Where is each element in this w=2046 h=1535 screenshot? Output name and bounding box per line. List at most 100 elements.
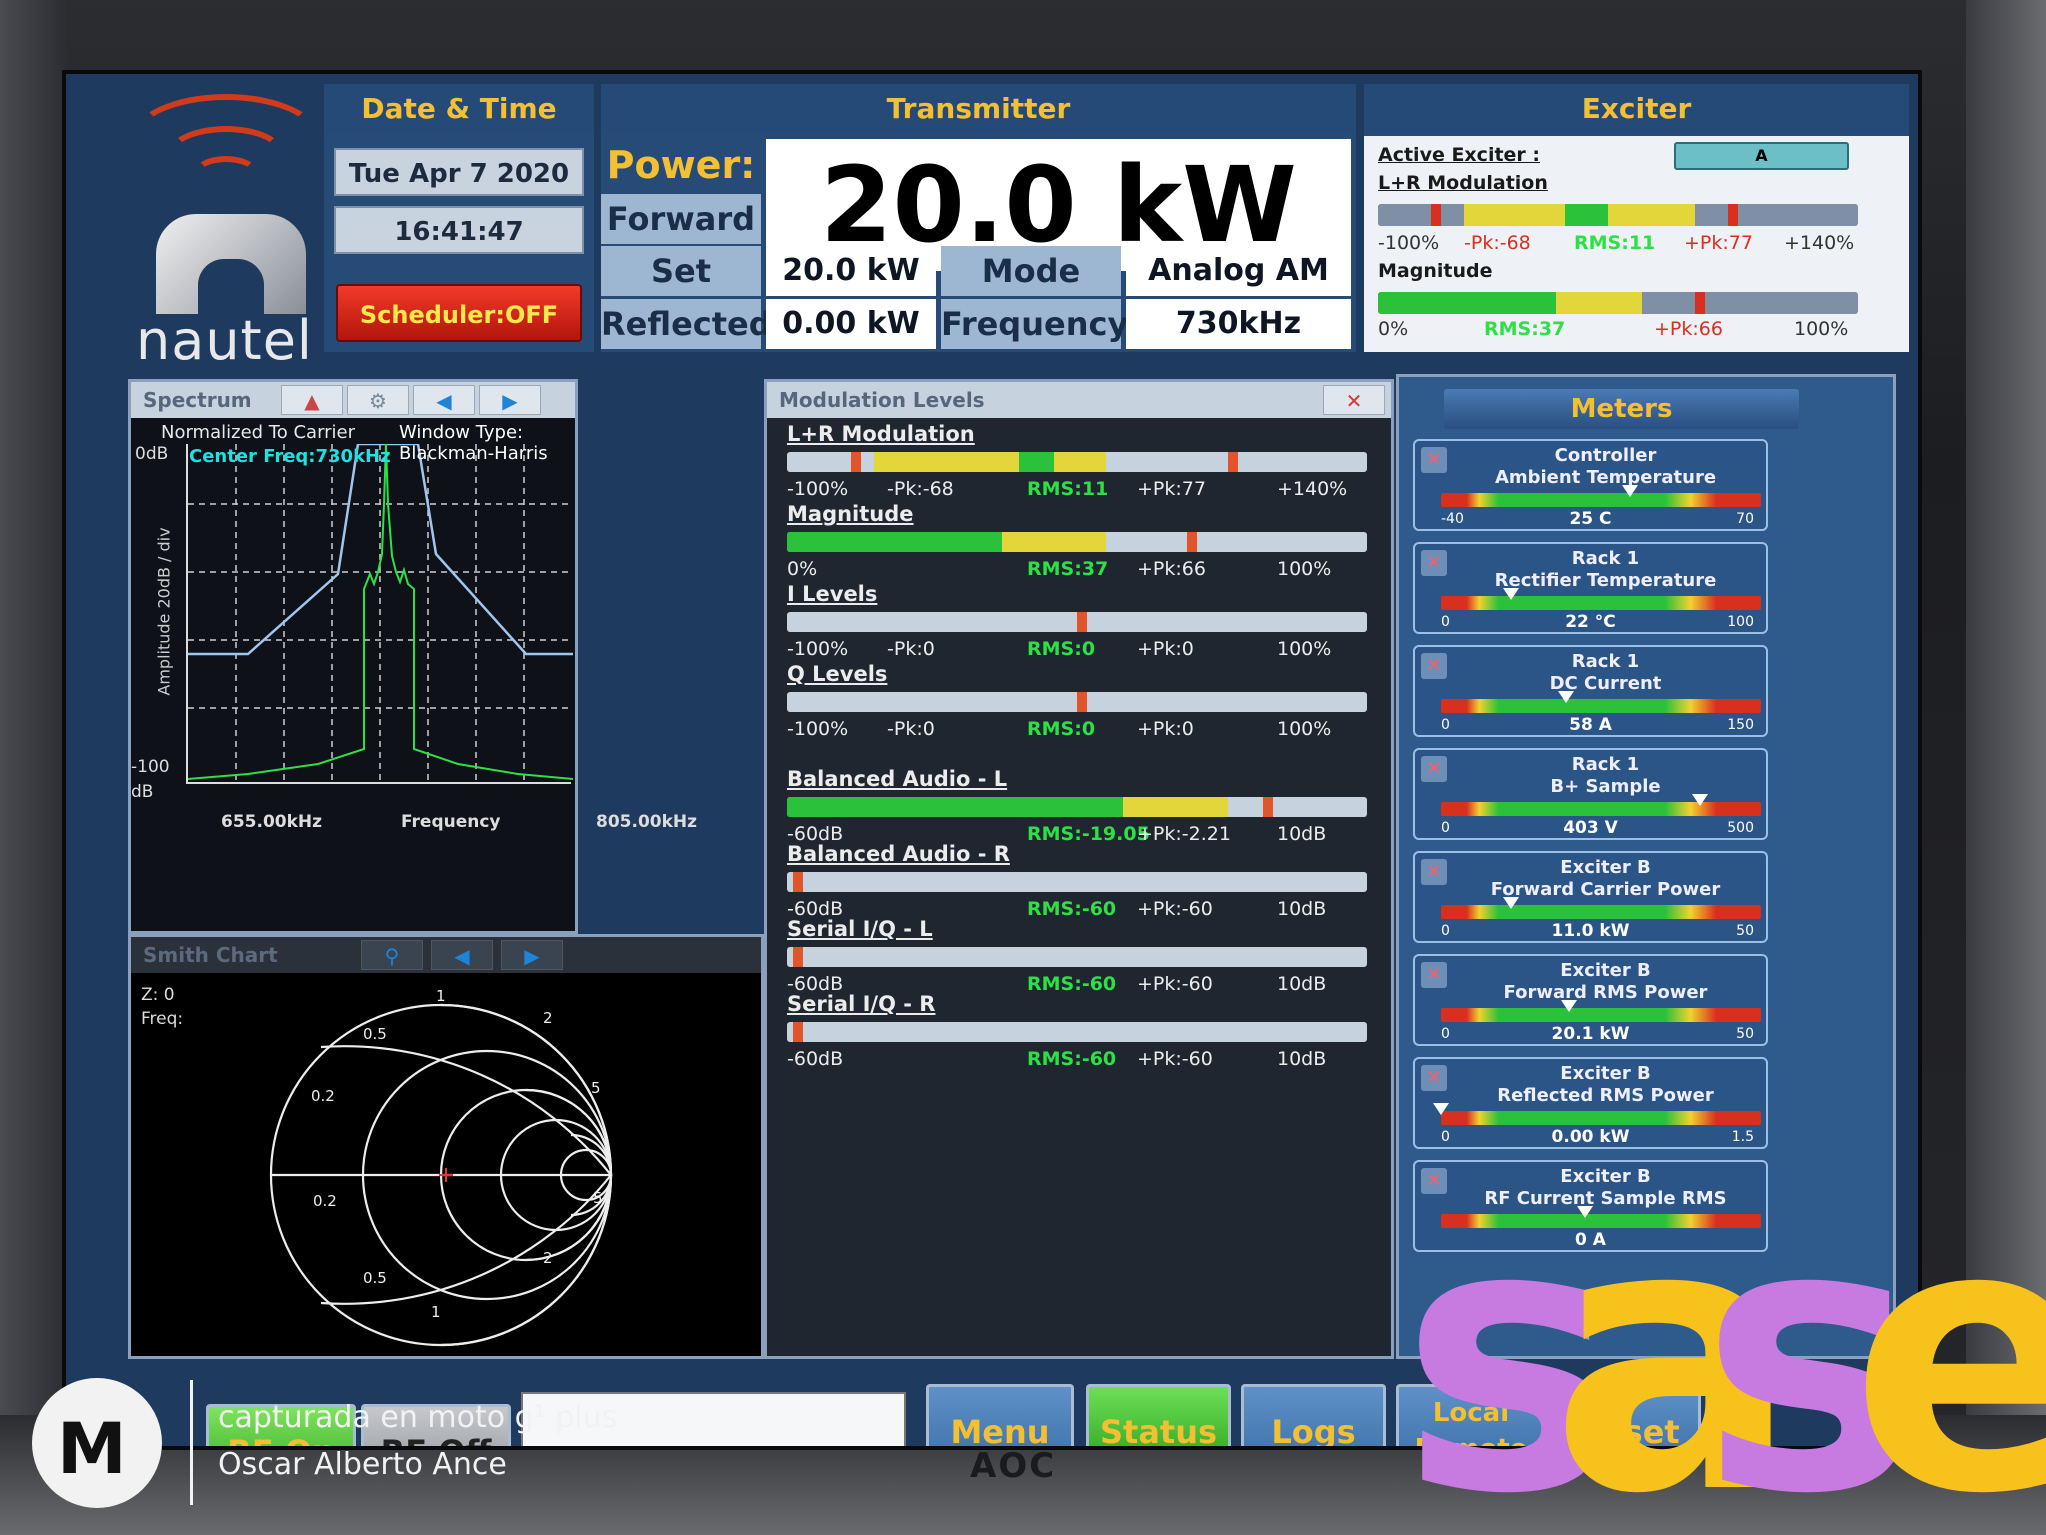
smith-title: Smith Chart <box>143 943 278 967</box>
mod-scale-min: -100% <box>787 478 849 500</box>
mod-meter-peak <box>1077 692 1087 712</box>
exciter-mag-rms: RMS:37 <box>1484 318 1566 340</box>
smith-grid-label: 2 <box>543 1249 553 1267</box>
mod-meter-label: Serial I/Q - R <box>787 992 936 1016</box>
mod-meter-scale: -100% -Pk:-68 RMS:11 +Pk:77 +140% <box>787 478 1367 502</box>
arrow-left-icon: ◀ <box>436 389 452 413</box>
meter-close-icon[interactable]: ✕ <box>1421 756 1447 782</box>
setpoint-value[interactable]: 20.0 kW <box>766 246 936 296</box>
arrow-left-icon: ◀ <box>454 944 470 968</box>
forward-label[interactable]: Forward <box>601 194 761 244</box>
smith-right-button[interactable]: ▶ <box>501 940 563 970</box>
meter-card[interactable]: ✕ Rack 1 Rectifier Temperature 0 22 °C 100 <box>1413 542 1768 634</box>
meter-value: 58 A <box>1569 715 1612 735</box>
meter-card[interactable]: ✕ Exciter B Forward RMS Power 0 20.1 kW 50 <box>1413 954 1768 1046</box>
meter-marker-icon <box>1621 485 1638 497</box>
meter-close-icon[interactable]: ✕ <box>1421 653 1447 679</box>
meter-close-icon[interactable]: ✕ <box>1421 550 1447 576</box>
smith-toolbar: Smith Chart ⚲ ◀ ▶ <box>131 937 761 973</box>
modulation-toolbar: Modulation Levels ✕ <box>767 382 1391 418</box>
logs-button[interactable]: Logs <box>1241 1384 1386 1446</box>
meter-close-icon[interactable]: ✕ <box>1421 1065 1447 1091</box>
transmitter-panel: Transmitter Power: 20.0 kW Forward Set P… <box>601 84 1356 352</box>
mod-meter-label: Q Levels <box>787 662 888 686</box>
smith-chart-svg <box>269 1003 613 1347</box>
exciter-mag-min: 0% <box>1378 318 1409 340</box>
zoom-button[interactable]: ⚲ <box>361 940 423 970</box>
mod-scale-pk-pos: +Pk:0 <box>1137 638 1194 660</box>
mode-value: Analog AM <box>1126 246 1351 296</box>
modulation-close-button[interactable]: ✕ <box>1323 385 1385 415</box>
exciter-mag-max: 100% <box>1794 318 1849 340</box>
mod-scale-pk-neg: -Pk:-68 <box>887 478 954 500</box>
meter-card[interactable]: ✕ Controller Ambient Temperature -40 25 C 70 <box>1413 439 1768 531</box>
scheduler-button[interactable]: Scheduler:OFF <box>336 284 582 342</box>
exciter-mag-pk: +Pk:66 <box>1654 318 1723 340</box>
exciter-lr-rms: RMS:11 <box>1574 232 1656 254</box>
status-button[interactable]: Status <box>1086 1384 1231 1446</box>
mod-meter-label: Magnitude <box>787 502 914 526</box>
time-display: 16:41:47 <box>334 206 584 254</box>
meter-value: 11.0 kW <box>1551 921 1630 941</box>
date-display: Tue Apr 7 2020 <box>334 148 584 196</box>
spectrum-left-button[interactable]: ◀ <box>413 385 475 415</box>
settings-button[interactable]: ⚙ <box>347 385 409 415</box>
meter-close-icon[interactable]: ✕ <box>1421 447 1447 473</box>
mod-scale-max: 10dB <box>1277 823 1327 845</box>
meter-max: 500 <box>1727 820 1754 836</box>
spectrum-y-unit: dB <box>131 782 154 802</box>
smith-grid-label: 0.5 <box>363 1025 387 1043</box>
mod-meter-bar <box>787 452 1367 472</box>
bezel-left-edge <box>0 0 70 1535</box>
mode-label: Mode <box>941 246 1121 296</box>
mod-scale-pk-pos: +Pk:-60 <box>1137 898 1213 920</box>
date-time-title: Date & Time <box>324 84 594 134</box>
meter-title: Rack 1 <box>1571 651 1640 672</box>
meter-max: 50 <box>1736 923 1754 939</box>
exciter-body: Active Exciter : A L+R Modulation -100% … <box>1364 136 1909 352</box>
meter-card[interactable]: ✕ Exciter B Reflected RMS Power 0 0.00 kW 1.5 <box>1413 1057 1768 1149</box>
meter-marker-icon <box>1433 1103 1449 1115</box>
mod-scale-rms: RMS:-60 <box>1027 1048 1117 1070</box>
reflected-value: 0.00 kW <box>766 299 936 349</box>
meter-subtitle: DC Current <box>1549 673 1662 694</box>
meter-bar <box>1441 1111 1761 1125</box>
meter-subtitle: Reflected RMS Power <box>1497 1085 1714 1106</box>
exciter-lr-min: -100% <box>1378 232 1440 254</box>
peak-hold-button[interactable]: ▲ <box>281 385 343 415</box>
spectrum-right-button[interactable]: ▶ <box>479 385 541 415</box>
arrow-right-icon: ▶ <box>502 389 518 413</box>
smith-grid-label: 0.2 <box>313 1192 337 1210</box>
meter-title: Rack 1 <box>1571 754 1640 775</box>
mod-scale-max: 100% <box>1277 638 1332 660</box>
meter-title: Exciter B <box>1560 1063 1651 1084</box>
mod-meter-bar <box>787 692 1367 712</box>
smith-chart-panel: Smith Chart ⚲ ◀ ▶ Z: 0 Freq: 1 2 0.5 0.2… <box>128 934 764 1359</box>
exciter-lr-max: +140% <box>1784 232 1855 254</box>
meter-close-icon[interactable]: ✕ <box>1421 859 1447 885</box>
gear-icon: ⚙ <box>369 389 387 413</box>
smith-grid-label: 1 <box>436 987 446 1005</box>
smith-left-button[interactable]: ◀ <box>431 940 493 970</box>
menu-button[interactable]: Menu <box>926 1384 1074 1446</box>
meter-close-icon[interactable]: ✕ <box>1421 962 1447 988</box>
meter-max: 70 <box>1736 511 1754 527</box>
exciter-mag-label: Magnitude <box>1378 260 1493 282</box>
meter-card[interactable]: ✕ Exciter B Forward Carrier Power 0 11.0 kW 5… <box>1413 851 1768 943</box>
mod-meter-segment <box>874 452 990 472</box>
meter-marker-icon <box>1503 588 1520 600</box>
smith-grid-label: 5 <box>593 1189 603 1207</box>
mod-scale-min: -100% <box>787 718 849 740</box>
mod-meter-bar <box>787 947 1367 967</box>
sase-sticker: sase <box>1400 1175 2046 1535</box>
watermark-device: capturada en moto g¹ plus <box>218 1400 618 1435</box>
peak-icon: ▲ <box>304 389 320 413</box>
power-label: Power: <box>606 143 756 187</box>
setpoint-label: Set Point <box>601 246 761 340</box>
mod-meter-label: I Levels <box>787 582 878 606</box>
mod-meter-bar <box>787 797 1367 817</box>
meter-value: 20.1 kW <box>1551 1024 1630 1044</box>
meter-card[interactable]: ✕ Rack 1 B+ Sample 0 403 V 500 <box>1413 748 1768 840</box>
meter-card[interactable]: ✕ Rack 1 DC Current 0 58 A 150 <box>1413 645 1768 737</box>
mod-scale-pk-pos: +Pk:-60 <box>1137 1048 1213 1070</box>
